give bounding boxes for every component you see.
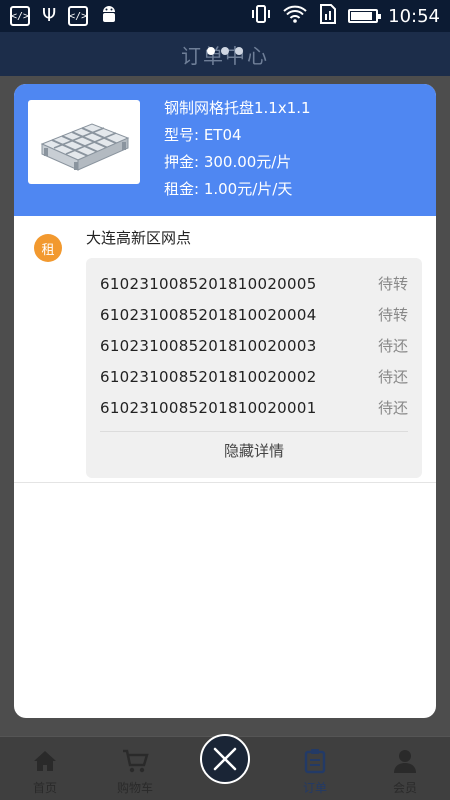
nav-label: 首页 [32, 781, 57, 795]
status-left-icons: </> Ψ </> [10, 4, 118, 28]
pallet-icon [40, 123, 130, 171]
serial-status: 待转 [377, 306, 408, 324]
serial-number: 6102310085201810020001 [100, 398, 317, 417]
vibrate-icon [250, 4, 272, 29]
user-icon [391, 747, 419, 775]
close-modal-button[interactable] [200, 734, 250, 784]
status-time: 10:54 [388, 5, 440, 27]
carousel-dot[interactable] [235, 47, 243, 55]
code-icon: </> [10, 6, 30, 26]
product-model: 型号: ET04 [164, 126, 242, 144]
nav-label: 会员 [392, 781, 417, 795]
close-icon [213, 747, 237, 771]
wifi-icon [282, 4, 308, 29]
serial-status: 待还 [377, 368, 408, 386]
serial-number: 6102310085201810020003 [100, 336, 317, 355]
status-bar: </> Ψ </> 10:54 [0, 0, 450, 32]
nav-label: 订单 [302, 781, 327, 795]
serial-status: 待还 [377, 337, 408, 355]
serial-number: 6102310085201810020002 [100, 367, 317, 386]
code-icon: </> [68, 6, 89, 26]
product-info: 钢制网格托盘1.1x1.1 型号: ET04 押金: 300.00元/片 租金:… [164, 95, 311, 200]
android-icon [100, 4, 118, 28]
table-row: 6102310085201810020003 待还 [100, 330, 408, 361]
table-row: 6102310085201810020001 待还 [100, 392, 408, 423]
rental-section: 租 大连高新区网点 6102310085201810020005 待转 6102… [14, 216, 436, 478]
table-row: 6102310085201810020004 待转 [100, 299, 408, 330]
store-name: 大连高新区网点 [86, 229, 192, 247]
carousel-dots [0, 47, 450, 55]
serial-number: 6102310085201810020005 [100, 274, 317, 293]
cart-icon [121, 747, 149, 775]
serial-status: 待还 [377, 399, 408, 417]
serial-status: 待转 [377, 275, 408, 293]
carousel-dot[interactable] [221, 47, 229, 55]
hide-details-button[interactable]: 隐藏详情 [100, 432, 408, 470]
usb-icon: Ψ [42, 5, 57, 26]
table-row: 6102310085201810020005 待转 [100, 268, 408, 299]
order-detail-modal: 钢制网格托盘1.1x1.1 型号: ET04 押金: 300.00元/片 租金:… [14, 84, 436, 718]
clipboard-icon [301, 747, 329, 775]
serial-detail-box: 6102310085201810020005 待转 61023100852018… [86, 258, 422, 478]
nav-item-home[interactable]: 首页 [0, 737, 90, 800]
product-card: 钢制网格托盘1.1x1.1 型号: ET04 押金: 300.00元/片 租金:… [14, 84, 436, 216]
carousel-dot[interactable] [207, 47, 215, 55]
nav-item-member[interactable]: 会员 [360, 737, 450, 800]
product-deposit: 押金: 300.00元/片 [164, 153, 292, 171]
rent-badge: 租 [34, 234, 62, 262]
product-rent: 租金: 1.00元/片/天 [164, 180, 293, 198]
section-divider [14, 482, 436, 483]
nav-item-cart[interactable]: 购物车 [90, 737, 180, 800]
serial-number: 6102310085201810020004 [100, 305, 317, 324]
status-right-icons: 10:54 [250, 3, 440, 30]
battery-icon [348, 9, 382, 23]
product-image [28, 100, 140, 184]
rental-content: 大连高新区网点 6102310085201810020005 待转 610231… [86, 228, 422, 478]
nav-item-orders[interactable]: 订单 [270, 737, 360, 800]
home-icon [31, 747, 59, 775]
nav-label: 购物车 [116, 781, 153, 795]
sim-icon [318, 3, 338, 30]
product-name: 钢制网格托盘1.1x1.1 [164, 99, 311, 117]
table-row: 6102310085201810020002 待还 [100, 361, 408, 392]
